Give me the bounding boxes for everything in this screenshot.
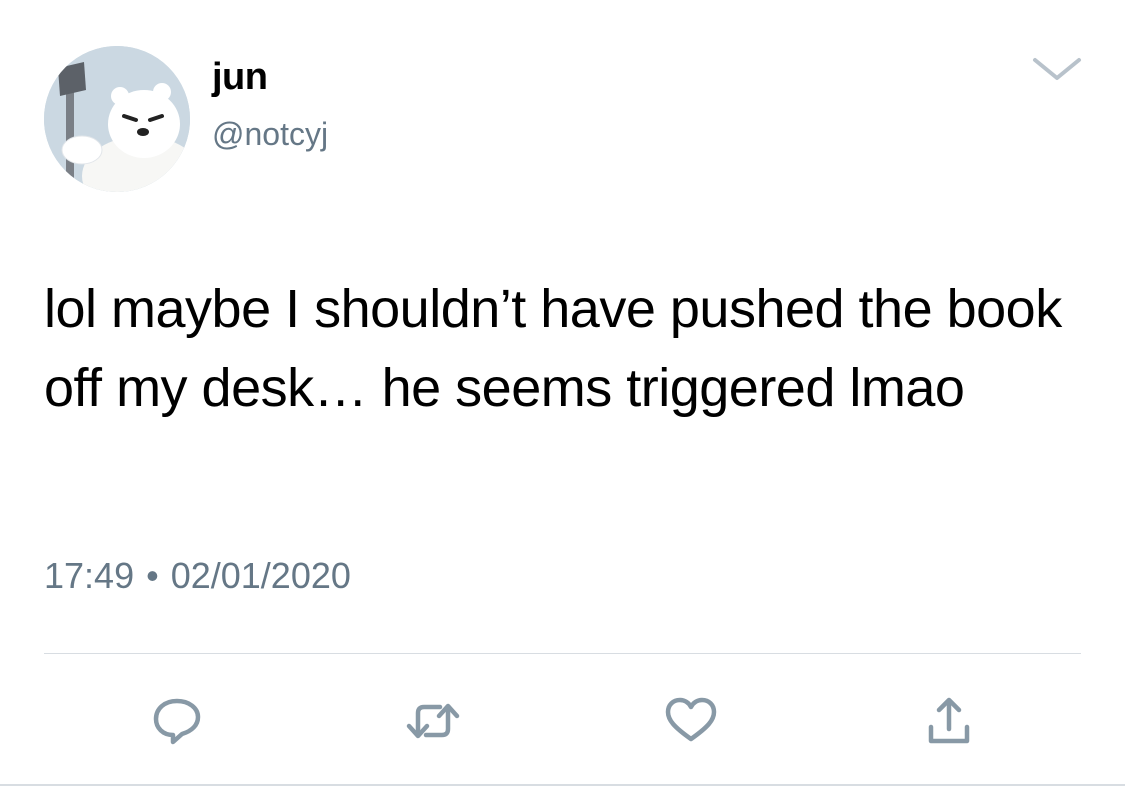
timestamp-separator: • (146, 555, 159, 596)
tweet-date: 02/01/2020 (170, 555, 351, 596)
chevron-down-icon (1033, 58, 1081, 80)
user-handle[interactable]: @notcyj (212, 118, 328, 150)
share-icon (928, 697, 970, 744)
tweet-time: 17:49 (44, 555, 135, 596)
like-button[interactable] (662, 695, 720, 747)
retweet-icon (406, 703, 460, 739)
retweet-button[interactable] (404, 695, 462, 747)
tweet-text: lol maybe I shouldn’t have pushed the bo… (44, 279, 1062, 418)
display-name[interactable]: jun (212, 58, 268, 96)
reply-button[interactable] (148, 695, 206, 747)
tweet-timestamp[interactable]: 17:49 • 02/01/2020 (44, 558, 351, 594)
bottom-border (0, 784, 1125, 786)
polar-bear-avatar-icon (44, 46, 190, 192)
share-button[interactable] (920, 695, 978, 747)
avatar[interactable] (44, 46, 190, 192)
tweet-menu-button[interactable] (1030, 54, 1084, 84)
heart-icon (665, 697, 717, 742)
divider (44, 653, 1081, 654)
reply-icon (153, 698, 201, 745)
